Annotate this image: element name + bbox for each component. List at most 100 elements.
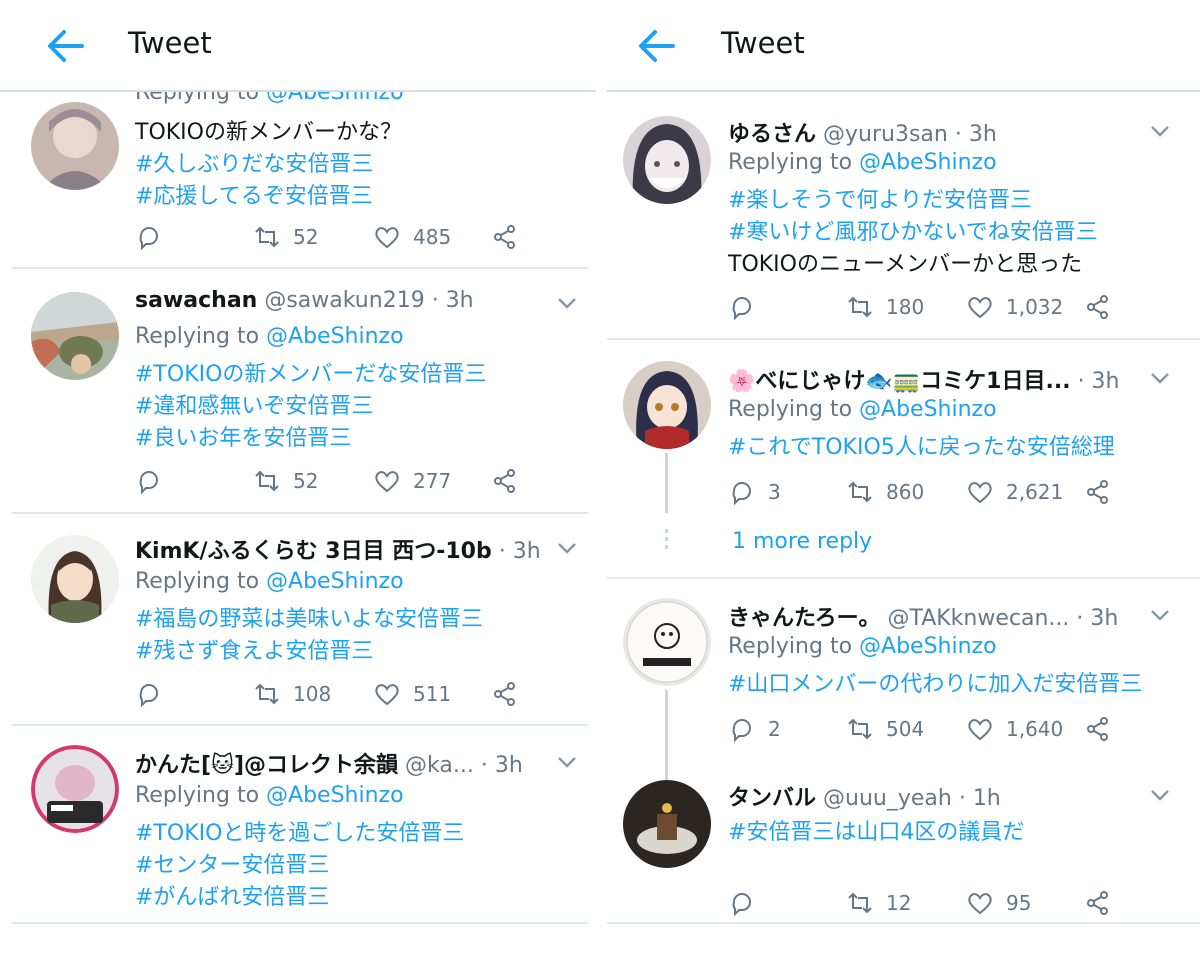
retweet-button[interactable]: 52 [253,222,318,252]
tweet[interactable]: ゆるさん @yuru3san · 3h Replying to @AbeShin… [607,100,1200,338]
tweet[interactable]: タンバル @uuu_yeah · 1h #安倍晋三は山口4区の議員だ 12 95 [607,760,1200,920]
like-button[interactable]: 485 [373,222,451,252]
reply-button[interactable] [728,888,756,918]
more-replies-link[interactable]: 1 more reply [732,529,872,554]
chevron-down-icon[interactable] [1149,788,1171,802]
share-button[interactable] [491,679,519,709]
tweet[interactable]: sawachan @sawakun219 · 3h Replying to @A… [0,270,596,514]
retweet-button[interactable]: 860 [846,477,924,507]
user-avatar[interactable] [623,780,711,868]
share-button[interactable] [491,466,519,496]
hashtag-link[interactable]: #違和感無いぞ安倍晋三 [135,388,373,420]
mention-link[interactable]: @AbeShinzo [859,150,997,175]
tweet[interactable]: 🌸べにじゃけ🐟🚃コミケ1日目... · 3h Replying to @AbeS… [607,341,1200,577]
user-avatar[interactable] [623,116,711,204]
tweet-header: きゃんたろー。 @TAKknwecan... · 3h [728,600,1118,632]
tweet-actions: 52 485 [135,222,535,252]
chevron-down-icon[interactable] [556,541,578,555]
tweet[interactable]: かんた[🐱]@コレクト余韻 @ka... · 3h Replying to @A… [0,727,596,927]
display-name[interactable]: sawachan [135,288,257,313]
hashtag-link[interactable]: #福島の野菜は美味いよな安倍晋三 [135,601,483,633]
share-button[interactable] [1084,292,1112,322]
hashtag-link[interactable]: #楽しそうで何よりだ安倍晋三 [728,182,1032,214]
retweet-button[interactable]: 12 [846,888,911,918]
like-count: 95 [1006,891,1032,915]
chevron-down-icon[interactable] [556,296,578,310]
chevron-down-icon[interactable] [1149,124,1171,138]
share-button[interactable] [491,222,519,252]
like-button[interactable]: 2,621 [966,477,1063,507]
user-avatar[interactable] [623,361,711,449]
like-button[interactable]: 511 [373,679,451,709]
like-button[interactable]: 95 [966,888,1031,918]
hashtag-link[interactable]: #山口メンバーの代わりに加入だ安倍晋三 [728,666,1142,698]
user-handle[interactable]: @uuu_yeah [823,786,952,811]
mention-link[interactable]: @AbeShinzo [859,397,997,422]
back-arrow-icon[interactable] [46,28,84,64]
page-title: Tweet [128,26,212,60]
hashtag-link[interactable]: #これでTOKIO5人に戻ったな安倍総理 [728,429,1115,461]
share-button[interactable] [1084,714,1112,744]
display-name[interactable]: きゃんたろー。 [728,606,880,631]
like-button[interactable]: 277 [373,466,451,496]
retweet-button[interactable]: 108 [253,679,331,709]
hashtag-link[interactable]: #センター安倍晋三 [135,847,329,879]
display-name[interactable]: かんた[🐱]@コレクト余韻 [135,753,398,778]
tweet-time[interactable]: · 1h [959,786,1001,811]
right-tweet-thread-panel: ゆるさん @yuru3san · 3h Replying to @AbeShin… [607,0,1200,960]
reply-button[interactable] [135,222,163,252]
chevron-down-icon[interactable] [1149,371,1171,385]
retweet-button[interactable]: 504 [846,714,924,744]
user-avatar[interactable] [31,535,119,623]
display-name[interactable]: KimK/ふるくらむ 3日目 西つ-10b [135,539,492,564]
tweet-time[interactable]: · 3h [432,288,474,313]
hashtag-link[interactable]: #良いお年を安倍晋三 [135,420,351,452]
like-button[interactable]: 1,640 [966,714,1063,744]
tweet-time[interactable]: · 3h [1076,606,1118,631]
tweet-time[interactable]: · 3h [955,122,997,147]
display-name[interactable]: 🌸べにじゃけ🐟🚃コミケ1日目... [728,369,1071,394]
retweet-button[interactable]: 180 [846,292,924,322]
mention-link[interactable]: @AbeShinzo [266,783,404,808]
user-handle[interactable]: @TAKknwecan... [887,606,1069,631]
hashtag-link[interactable]: #応援してるぞ安倍晋三 [135,178,373,210]
reply-button[interactable] [728,292,756,322]
reply-button[interactable]: 2 [728,714,781,744]
user-avatar[interactable] [623,598,711,686]
mention-link[interactable]: @AbeShinzo [859,634,997,659]
user-avatar[interactable] [31,745,119,833]
retweet-button[interactable]: 52 [253,466,318,496]
hashtag-link[interactable]: #久しぶりだな安倍晋三 [135,146,373,178]
tweet[interactable]: きゃんたろー。 @TAKknwecan... · 3h Replying to … [607,580,1200,780]
back-arrow-icon[interactable] [637,28,675,64]
hashtag-link[interactable]: #TOKIOと時を過ごした安倍晋三 [135,815,464,847]
replying-to: Replying to @AbeShinzo [728,150,997,175]
mention-link[interactable]: @AbeShinzo [266,324,404,349]
hashtag-link[interactable]: #がんばれ安倍晋三 [135,879,329,911]
hashtag-link[interactable]: #安倍晋三は山口4区の議員だ [728,814,1024,846]
user-handle[interactable]: @ka... [405,753,474,778]
hashtag-link[interactable]: #TOKIOの新メンバーだな安倍晋三 [135,356,486,388]
chevron-down-icon[interactable] [1149,608,1171,622]
like-count: 485 [413,225,452,249]
display-name[interactable]: タンバル [728,786,816,811]
user-avatar[interactable] [31,292,119,380]
reply-button[interactable]: 3 [728,477,781,507]
user-handle[interactable]: @yuru3san [823,122,948,147]
reply-button[interactable] [135,466,163,496]
reply-button[interactable] [135,679,163,709]
hashtag-link[interactable]: #残さず食えよ安倍晋三 [135,633,373,665]
hashtag-link[interactable]: #寒いけど風邪ひかないでね安倍晋三 [728,214,1098,246]
mention-link[interactable]: @AbeShinzo [266,569,404,594]
share-button[interactable] [1084,477,1112,507]
user-avatar[interactable] [31,102,119,190]
chevron-down-icon[interactable] [556,755,578,769]
like-button[interactable]: 1,032 [966,292,1063,322]
user-handle[interactable]: @sawakun219 [264,288,424,313]
tweet-time[interactable]: · 3h [481,753,523,778]
tweet-time[interactable]: · 3h [499,539,541,564]
tweet[interactable]: KimK/ふるくらむ 3日目 西つ-10b · 3h Replying to @… [0,515,596,725]
tweet-time[interactable]: · 3h [1078,369,1120,394]
share-button[interactable] [1084,888,1112,918]
display-name[interactable]: ゆるさん [728,122,816,147]
